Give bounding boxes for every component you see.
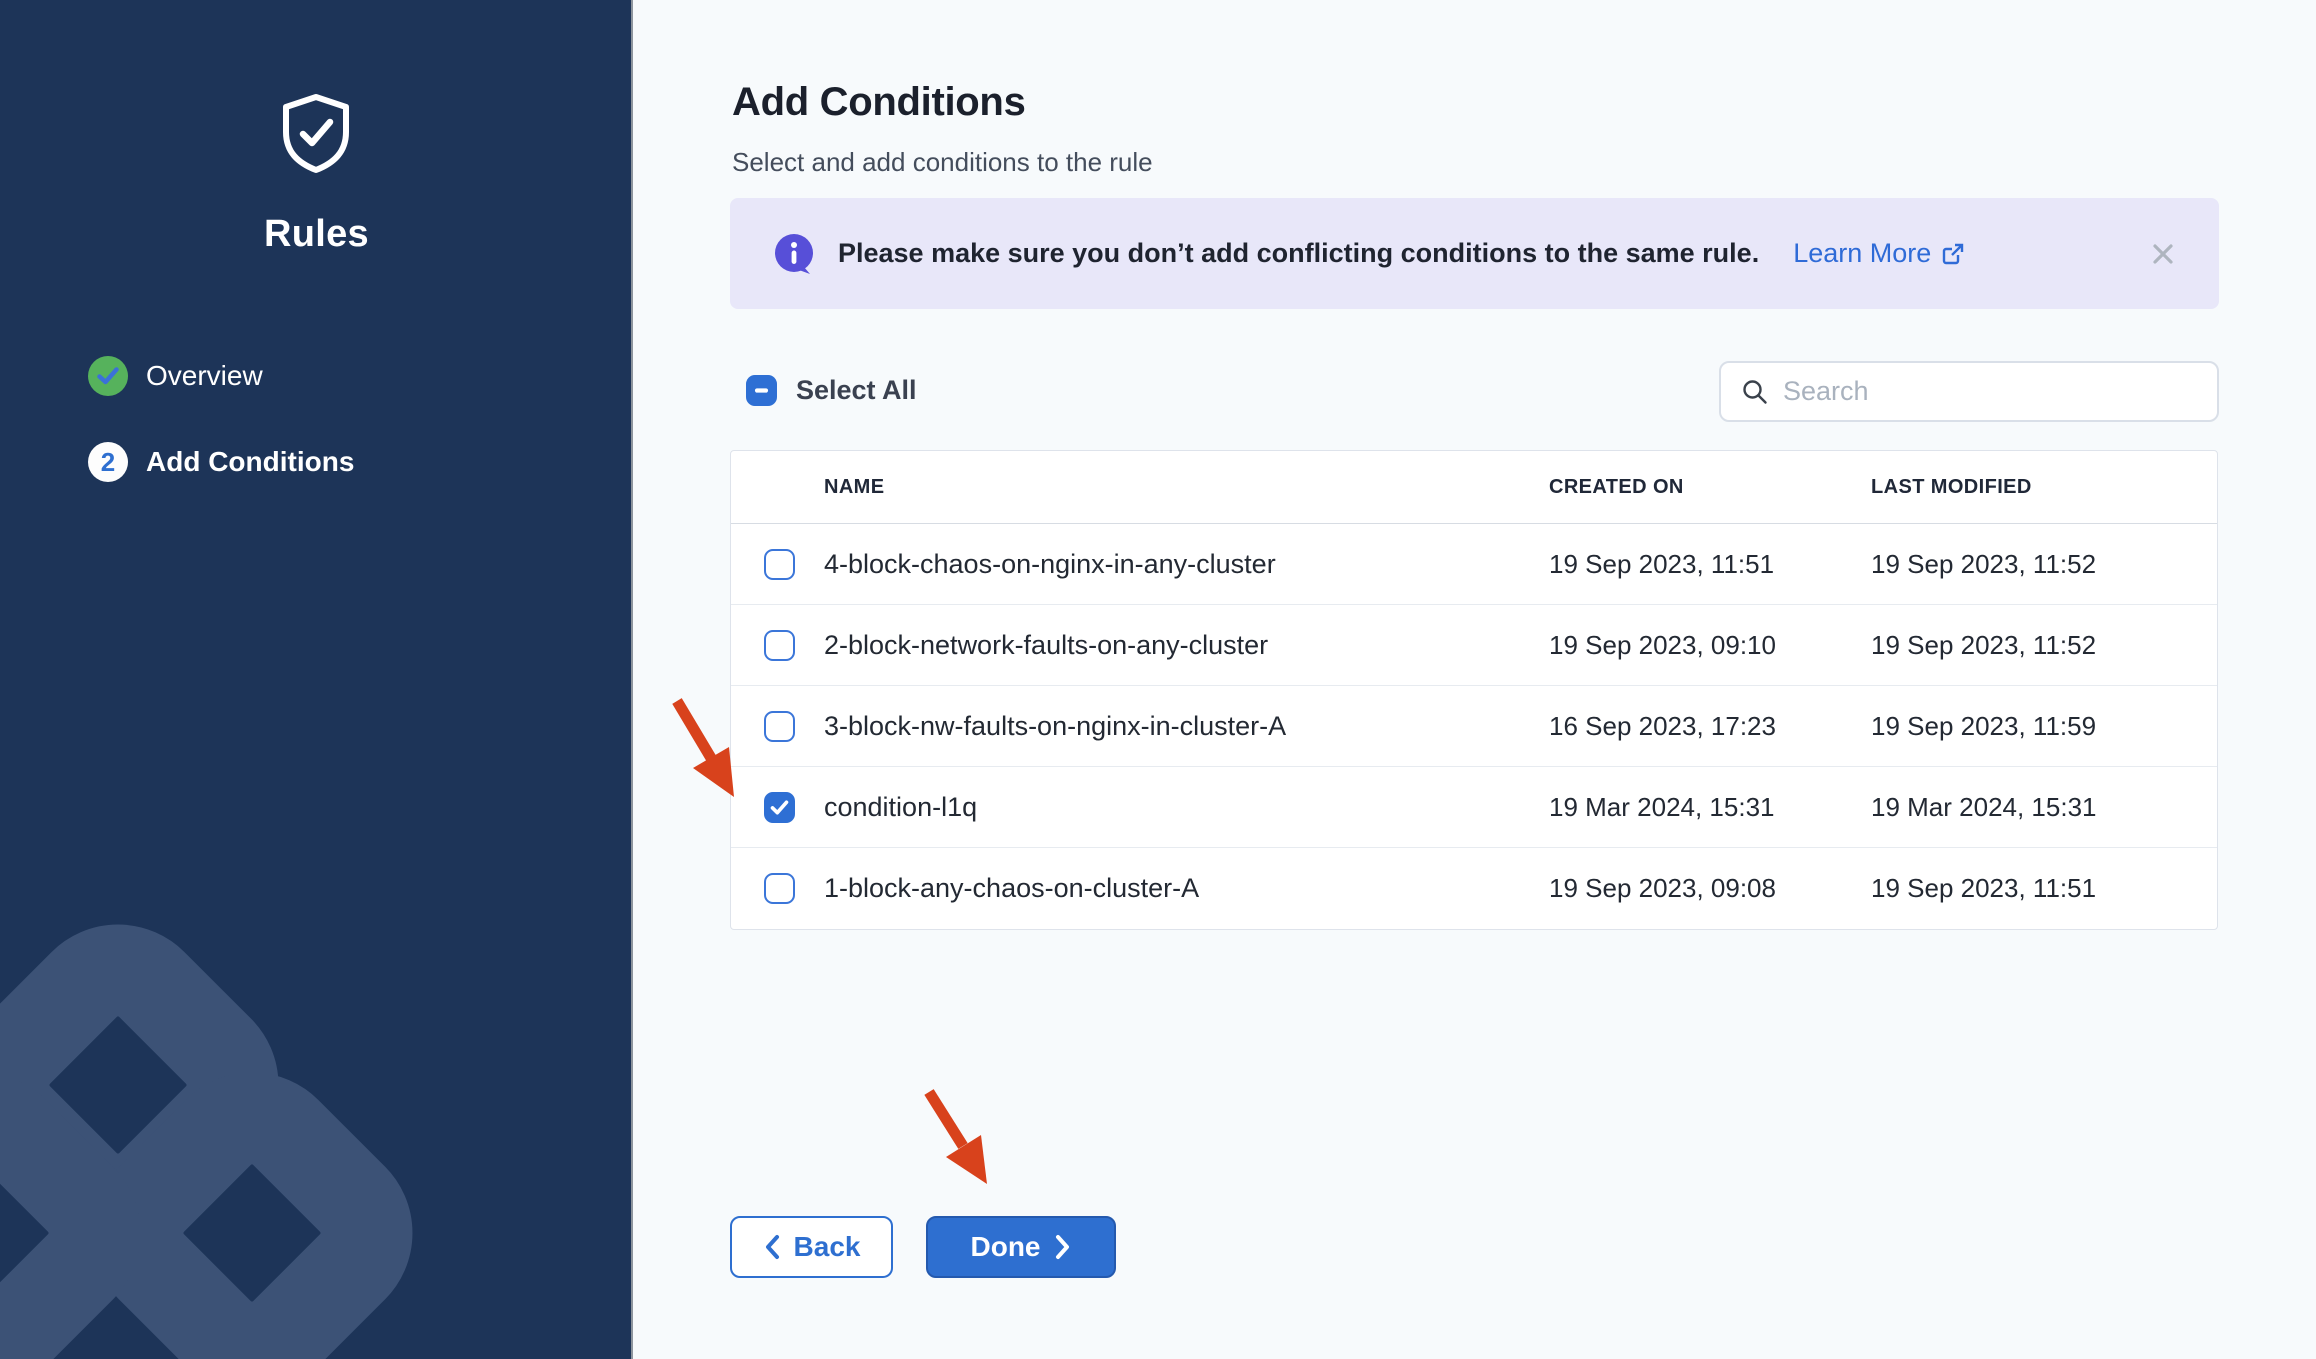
done-button-label: Done: [971, 1231, 1041, 1263]
condition-name: 2-block-network-faults-on-any-cluster: [824, 630, 1549, 661]
last-modified-value: 19 Sep 2023, 11:59: [1871, 711, 2217, 742]
search-icon: [1741, 378, 1768, 405]
back-button-label: Back: [794, 1231, 861, 1263]
condition-name: condition-l1q: [824, 792, 1549, 823]
banner-message: Please make sure you don’t add conflicti…: [838, 238, 1759, 269]
condition-name: 3-block-nw-faults-on-nginx-in-cluster-A: [824, 711, 1549, 742]
condition-name: 1-block-any-chaos-on-cluster-A: [824, 873, 1549, 904]
close-banner-icon[interactable]: [2133, 198, 2193, 309]
sidebar-step-add-conditions[interactable]: 2 Add Conditions: [88, 442, 354, 482]
created-on-value: 19 Sep 2023, 09:10: [1549, 630, 1871, 661]
row-checkbox[interactable]: [764, 873, 795, 904]
shield-check-icon: [278, 92, 354, 174]
created-on-value: 19 Sep 2023, 09:08: [1549, 873, 1871, 904]
row-checkbox[interactable]: [764, 630, 795, 661]
select-all-control[interactable]: Select All: [746, 375, 917, 406]
select-all-checkbox[interactable]: [746, 375, 777, 406]
search-input[interactable]: [1783, 376, 2193, 407]
chevron-right-icon: [1054, 1234, 1072, 1260]
step-completed-icon: [88, 356, 128, 396]
row-checkbox[interactable]: [764, 711, 795, 742]
step-number-badge: 2: [88, 442, 128, 482]
table-row[interactable]: 2-block-network-faults-on-any-cluster 19…: [731, 605, 2217, 686]
info-banner: Please make sure you don’t add conflicti…: [730, 198, 2219, 309]
table-header-row: NAME CREATED ON LAST MODIFIED: [731, 451, 2217, 524]
sidebar: Rules Overview 2 Add Conditions: [0, 0, 633, 1359]
created-on-value: 19 Sep 2023, 11:51: [1549, 549, 1871, 580]
learn-more-link[interactable]: Learn More: [1793, 238, 1965, 269]
column-header-name: NAME: [824, 476, 1549, 499]
brand-watermark: [0, 849, 631, 1359]
page-title: Add Conditions: [732, 80, 1026, 125]
table-row[interactable]: 3-block-nw-faults-on-nginx-in-cluster-A …: [731, 686, 2217, 767]
sidebar-step-overview[interactable]: Overview: [88, 356, 263, 396]
column-header-last-modified: LAST MODIFIED: [1871, 476, 2217, 499]
table-row[interactable]: 1-block-any-chaos-on-cluster-A 19 Sep 20…: [731, 848, 2217, 929]
conditions-table: NAME CREATED ON LAST MODIFIED 4-block-ch…: [730, 450, 2218, 930]
back-button[interactable]: Back: [730, 1216, 893, 1278]
last-modified-value: 19 Sep 2023, 11:52: [1871, 630, 2217, 661]
table-row[interactable]: condition-l1q 19 Mar 2024, 15:31 19 Mar …: [731, 767, 2217, 848]
table-body: 4-block-chaos-on-nginx-in-any-cluster 19…: [731, 524, 2217, 929]
select-all-label: Select All: [796, 375, 917, 406]
last-modified-value: 19 Mar 2024, 15:31: [1871, 792, 2217, 823]
condition-name: 4-block-chaos-on-nginx-in-any-cluster: [824, 549, 1549, 580]
add-conditions-page: Rules Overview 2 Add Conditions Add Cond…: [0, 0, 2316, 1359]
column-header-created-on: CREATED ON: [1549, 476, 1871, 499]
step-label: Overview: [146, 360, 263, 392]
done-button[interactable]: Done: [926, 1216, 1116, 1278]
search-box: [1719, 361, 2219, 422]
created-on-value: 16 Sep 2023, 17:23: [1549, 711, 1871, 742]
row-checkbox[interactable]: [764, 792, 795, 823]
table-row[interactable]: 4-block-chaos-on-nginx-in-any-cluster 19…: [731, 524, 2217, 605]
created-on-value: 19 Mar 2024, 15:31: [1549, 792, 1871, 823]
row-checkbox[interactable]: [764, 549, 795, 580]
step-label: Add Conditions: [146, 446, 354, 478]
red-arrow-to-done-button: [929, 1092, 987, 1184]
external-link-icon: [1941, 242, 1965, 266]
wizard-title: Rules: [0, 213, 633, 256]
chevron-left-icon: [763, 1234, 781, 1260]
red-arrow-to-checkbox: [677, 701, 734, 797]
info-icon: [774, 233, 816, 275]
last-modified-value: 19 Sep 2023, 11:52: [1871, 549, 2217, 580]
last-modified-value: 19 Sep 2023, 11:51: [1871, 873, 2217, 904]
page-subtitle: Select and add conditions to the rule: [732, 147, 1153, 178]
